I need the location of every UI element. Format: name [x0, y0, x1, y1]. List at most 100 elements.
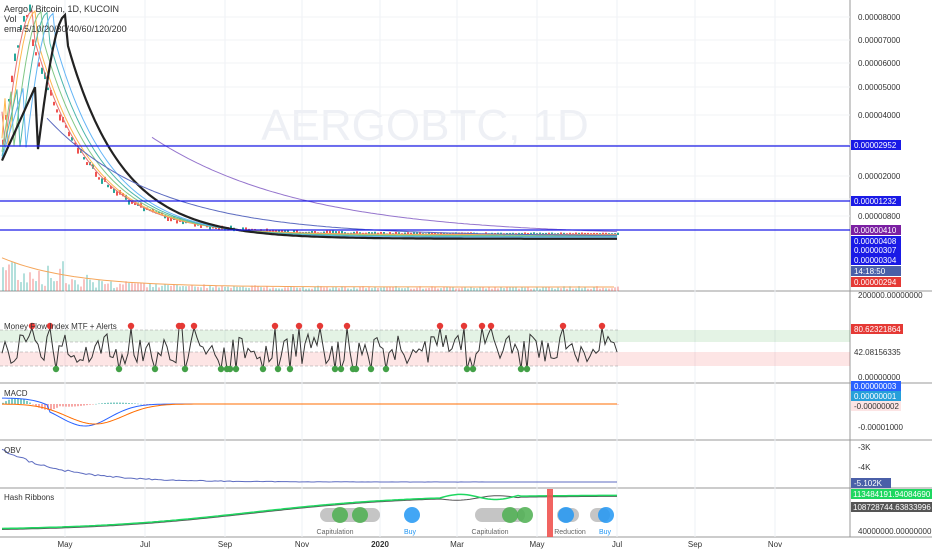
volume-bar [572, 288, 574, 291]
candle [53, 101, 55, 106]
candle [98, 177, 100, 180]
macd-histogram-bar [68, 404, 70, 407]
mfi-label-text: 80.62321864 [854, 325, 901, 334]
ema-line [151, 136, 618, 233]
macd-histogram-bar [11, 398, 13, 404]
volume-bar [392, 286, 394, 291]
volume-bar [485, 288, 487, 291]
volume-bar [482, 287, 484, 291]
candle [167, 217, 169, 221]
mfi-alert-dot [460, 322, 468, 330]
time-axis-label: 2020 [371, 540, 389, 549]
price-axis-tick: 0.00008000 [858, 13, 901, 22]
volume-bar [65, 283, 67, 291]
price-label-text: 0.00000410 [854, 226, 897, 235]
volume-bar [278, 288, 280, 291]
volume-bar [434, 286, 436, 291]
mfi-alert-dot [52, 365, 60, 373]
hash-buy-circle [352, 507, 368, 523]
candle [56, 109, 58, 113]
volume-bar [236, 286, 238, 291]
volume-bar [77, 284, 79, 291]
volume-bar [530, 288, 532, 291]
macd-histogram-bar [101, 403, 103, 404]
mfi-alert-dot [598, 322, 606, 330]
volume-bar [59, 268, 61, 291]
hash-annotation: Buy [599, 529, 612, 536]
volume-bar [83, 279, 85, 291]
volume-bar [500, 287, 502, 291]
volume-bar [80, 286, 82, 291]
price-axis-tick: 0.00004000 [858, 111, 901, 120]
volume-bar [338, 288, 340, 291]
volume-bar [413, 288, 415, 291]
volume-bar [128, 283, 130, 291]
volume-bar [377, 287, 379, 291]
volume-bar [533, 288, 535, 291]
volume-bar [548, 286, 550, 291]
volume-bar [26, 282, 28, 291]
mfi-label-text: 42.08156335 [854, 348, 901, 357]
candle [338, 231, 340, 234]
price-label-text: 0.00000408 [854, 237, 897, 246]
candle [101, 178, 103, 184]
volume-bar [410, 288, 412, 291]
macd-histogram-bar [41, 404, 43, 409]
volume-bar [299, 287, 301, 291]
volume-bar [611, 288, 613, 291]
candle [176, 220, 178, 224]
macd-histogram-bar [23, 399, 25, 404]
mfi-alert-dot [217, 365, 225, 373]
hash-buy-circle [502, 507, 518, 523]
volume-bar [353, 287, 355, 291]
macd-axis-tick: -0.00001000 [858, 423, 903, 432]
volume-bar [257, 286, 259, 291]
macd-histogram-bar [5, 401, 7, 404]
time-axis-label: May [529, 540, 544, 549]
volume-bar [98, 279, 100, 291]
mfi-alert-dot [295, 322, 303, 330]
mfi-alert-dot [286, 365, 294, 373]
volume-bar [137, 283, 139, 291]
volume-bar [305, 288, 307, 291]
volume-bar [584, 287, 586, 291]
macd-histogram-bar [53, 404, 55, 409]
volume-bar [116, 287, 118, 291]
volume-bar [539, 288, 541, 291]
volume-bar [224, 286, 226, 291]
volume-bar [614, 287, 616, 291]
volume-bar [302, 286, 304, 291]
volume-bar [143, 283, 145, 291]
candle [86, 162, 88, 166]
volume-bar [503, 288, 505, 291]
candle [95, 171, 97, 177]
volume-bar [47, 265, 49, 291]
volume-bar [107, 283, 109, 291]
mfi-alert-dot [463, 365, 471, 373]
volume-bar [62, 261, 64, 291]
volume-bar [350, 288, 352, 291]
volume-bar [233, 286, 235, 291]
volume-bar [605, 288, 607, 291]
chart-container[interactable]: May Jul Sep Nov 2020 Mar May Jul Sep Nov AERGOBTC,… [0, 0, 932, 550]
volume-bar [185, 286, 187, 291]
volume-bar [17, 279, 19, 291]
hash-buy-circle [332, 507, 348, 523]
obv-title: OBV [4, 446, 21, 455]
volume-bar [131, 283, 133, 291]
volume-bar [245, 287, 247, 291]
tradingview-chart[interactable]: May Jul Sep Nov 2020 Mar May Jul Sep Nov AERGOBTC,… [0, 0, 932, 550]
volume-bar [599, 288, 601, 291]
macd-histogram-bar [128, 403, 130, 404]
volume-bar [335, 287, 337, 291]
volume-bar [473, 287, 475, 291]
volume-bar [437, 288, 439, 291]
volume-bar [119, 283, 121, 291]
price-label-text: 0.00000294 [854, 278, 897, 287]
macd-histogram-bar [83, 404, 85, 406]
mfi-alert-dot [316, 322, 324, 330]
volume-bar [575, 288, 577, 291]
time-axis-label: Jul [612, 540, 622, 549]
candle [107, 184, 109, 188]
volume-bar [365, 288, 367, 291]
